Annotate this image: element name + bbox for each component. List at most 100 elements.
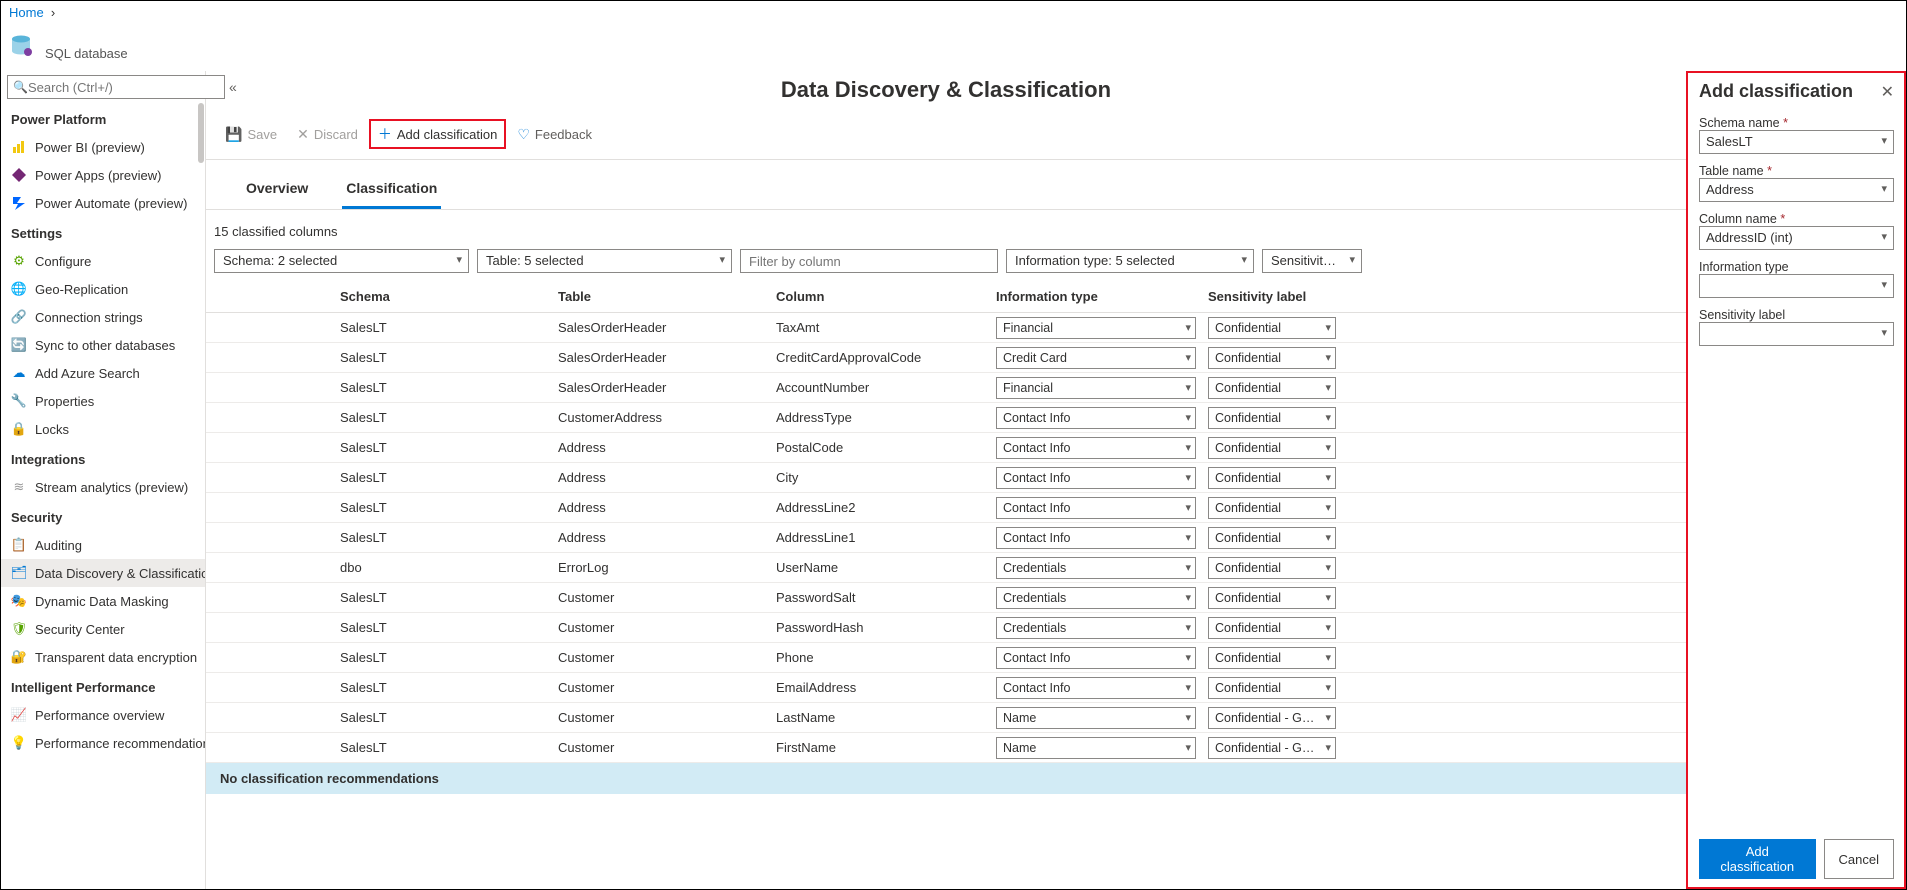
info-type-dropdown[interactable]: Credentials: [996, 557, 1196, 579]
cell-column: CreditCardApprovalCode: [770, 346, 990, 369]
sidebar-item[interactable]: 📋Auditing: [1, 531, 205, 559]
sensitivity-dropdown[interactable]: Confidential: [1208, 557, 1336, 579]
panel-cancel-button[interactable]: Cancel: [1824, 839, 1894, 879]
info-type-dropdown[interactable]: Financial: [996, 317, 1196, 339]
sensitivity-dropdown[interactable]: Confidential: [1208, 467, 1336, 489]
panel-add-button[interactable]: Add classification: [1699, 839, 1816, 879]
sidebar-item[interactable]: 🌐Geo-Replication: [1, 275, 205, 303]
info-type-dropdown[interactable]: Credentials: [996, 617, 1196, 639]
info-type-select[interactable]: [1699, 274, 1894, 298]
info-type-filter[interactable]: Information type: 5 selected: [1006, 249, 1254, 273]
sidebar-item[interactable]: 💡Performance recommendations: [1, 729, 205, 757]
table-name-select[interactable]: Address: [1699, 178, 1894, 202]
sensitivity-dropdown[interactable]: Confidential: [1208, 647, 1336, 669]
discard-button[interactable]: ✕ Discard: [288, 121, 367, 148]
cell-column: LastName: [770, 706, 990, 729]
sidebar-item[interactable]: Power Automate (preview): [1, 189, 205, 217]
sidebar-item[interactable]: 🔒Locks: [1, 415, 205, 443]
cell-schema: SalesLT: [334, 706, 552, 729]
save-button[interactable]: 💾 Save: [216, 121, 286, 148]
sidebar-item[interactable]: ☁Add Azure Search: [1, 359, 205, 387]
col-schema[interactable]: Schema: [334, 281, 552, 312]
tab-classification[interactable]: Classification: [342, 174, 441, 209]
col-table[interactable]: Table: [552, 281, 770, 312]
sensitivity-label-label: Sensitivity label: [1699, 308, 1894, 322]
sensitivity-dropdown[interactable]: Confidential: [1208, 437, 1336, 459]
breadcrumb: Home ›: [1, 1, 1906, 24]
schema-name-select[interactable]: SalesLT: [1699, 130, 1894, 154]
cell-column: PostalCode: [770, 436, 990, 459]
cell-schema: SalesLT: [334, 406, 552, 429]
sidebar-item-icon: 📋: [11, 537, 27, 553]
sensitivity-label-select[interactable]: [1699, 322, 1894, 346]
chevron-right-icon: ›: [47, 5, 55, 20]
sidebar-item-label: Sync to other databases: [35, 338, 175, 353]
recommendations-bar[interactable]: No classification recommendations: [206, 763, 1686, 794]
sensitivity-filter[interactable]: Sensitivity label: [1262, 249, 1362, 273]
sidebar-item[interactable]: 🛡Security Center: [1, 615, 205, 643]
schema-filter[interactable]: Schema: 2 selected: [214, 249, 469, 273]
info-type-dropdown[interactable]: Contact Info: [996, 437, 1196, 459]
sidebar-item[interactable]: 🔧Properties: [1, 387, 205, 415]
sensitivity-dropdown[interactable]: Confidential: [1208, 617, 1336, 639]
table-filter[interactable]: Table: 5 selected: [477, 249, 732, 273]
sensitivity-dropdown[interactable]: Confidential: [1208, 587, 1336, 609]
sidebar-item[interactable]: Power Apps (preview): [1, 161, 205, 189]
discard-icon: ✕: [297, 126, 309, 143]
info-type-dropdown[interactable]: Contact Info: [996, 527, 1196, 549]
sensitivity-dropdown[interactable]: Confidential: [1208, 317, 1336, 339]
tab-bar: Overview Classification: [206, 160, 1686, 210]
info-type-dropdown[interactable]: Contact Info: [996, 467, 1196, 489]
info-type-dropdown[interactable]: Contact Info: [996, 647, 1196, 669]
feedback-button[interactable]: ♡ Feedback: [508, 121, 601, 148]
sidebar-item-icon: 🛡: [11, 621, 27, 637]
info-type-dropdown[interactable]: Contact Info: [996, 677, 1196, 699]
sidebar-item[interactable]: Power BI (preview): [1, 133, 205, 161]
col-info[interactable]: Information type: [990, 281, 1202, 312]
sidebar-item[interactable]: ≋Stream analytics (preview): [1, 473, 205, 501]
info-type-dropdown[interactable]: Contact Info: [996, 407, 1196, 429]
sidebar-item[interactable]: 🔗Connection strings: [1, 303, 205, 331]
sensitivity-dropdown[interactable]: Confidential: [1208, 497, 1336, 519]
scrollbar-thumb[interactable]: [198, 103, 204, 163]
sensitivity-dropdown[interactable]: Confidential: [1208, 407, 1336, 429]
column-name-select[interactable]: AddressID (int): [1699, 226, 1894, 250]
collapse-sidebar-button[interactable]: «: [229, 79, 237, 95]
sidebar-search-input[interactable]: [7, 75, 225, 99]
sidebar-item[interactable]: 🎭Dynamic Data Masking: [1, 587, 205, 615]
cell-schema: dbo: [334, 556, 552, 579]
sidebar-item-label: Properties: [35, 394, 94, 409]
add-classification-button[interactable]: ＋ Add classification: [369, 119, 506, 149]
sensitivity-dropdown[interactable]: Confidential: [1208, 347, 1336, 369]
sidebar-item[interactable]: ⚙Configure: [1, 247, 205, 275]
col-sens[interactable]: Sensitivity label: [1202, 281, 1342, 312]
sensitivity-dropdown[interactable]: Confidential: [1208, 677, 1336, 699]
breadcrumb-home[interactable]: Home: [9, 5, 44, 20]
column-filter-input[interactable]: [740, 249, 998, 273]
cell-schema: SalesLT: [334, 316, 552, 339]
sensitivity-dropdown[interactable]: Confidential - GDPR: [1208, 737, 1336, 759]
sidebar-item[interactable]: 🔐Transparent data encryption: [1, 643, 205, 671]
sensitivity-dropdown[interactable]: Confidential - GDPR: [1208, 707, 1336, 729]
info-type-dropdown[interactable]: Contact Info: [996, 497, 1196, 519]
info-type-dropdown[interactable]: Credit Card: [996, 347, 1196, 369]
info-type-dropdown[interactable]: Name: [996, 737, 1196, 759]
table-row: SalesLTCustomerFirstNameNameConfidential…: [206, 733, 1686, 763]
sidebar-item[interactable]: 🗂Data Discovery & Classification: [1, 559, 205, 587]
sidebar-item[interactable]: 🔄Sync to other databases: [1, 331, 205, 359]
col-column[interactable]: Column: [770, 281, 990, 312]
info-type-dropdown[interactable]: Name: [996, 707, 1196, 729]
cell-schema: SalesLT: [334, 736, 552, 759]
sidebar-item[interactable]: 📈Performance overview: [1, 701, 205, 729]
table-row: SalesLTAddressAddressLine1Contact InfoCo…: [206, 523, 1686, 553]
cell-table: Customer: [552, 586, 770, 609]
cell-column: City: [770, 466, 990, 489]
cell-table: Customer: [552, 706, 770, 729]
sensitivity-dropdown[interactable]: Confidential: [1208, 527, 1336, 549]
info-type-dropdown[interactable]: Financial: [996, 377, 1196, 399]
sensitivity-dropdown[interactable]: Confidential: [1208, 377, 1336, 399]
tab-overview[interactable]: Overview: [242, 174, 312, 209]
close-panel-button[interactable]: ✕: [1881, 82, 1894, 102]
info-type-dropdown[interactable]: Credentials: [996, 587, 1196, 609]
cell-table: Customer: [552, 736, 770, 759]
